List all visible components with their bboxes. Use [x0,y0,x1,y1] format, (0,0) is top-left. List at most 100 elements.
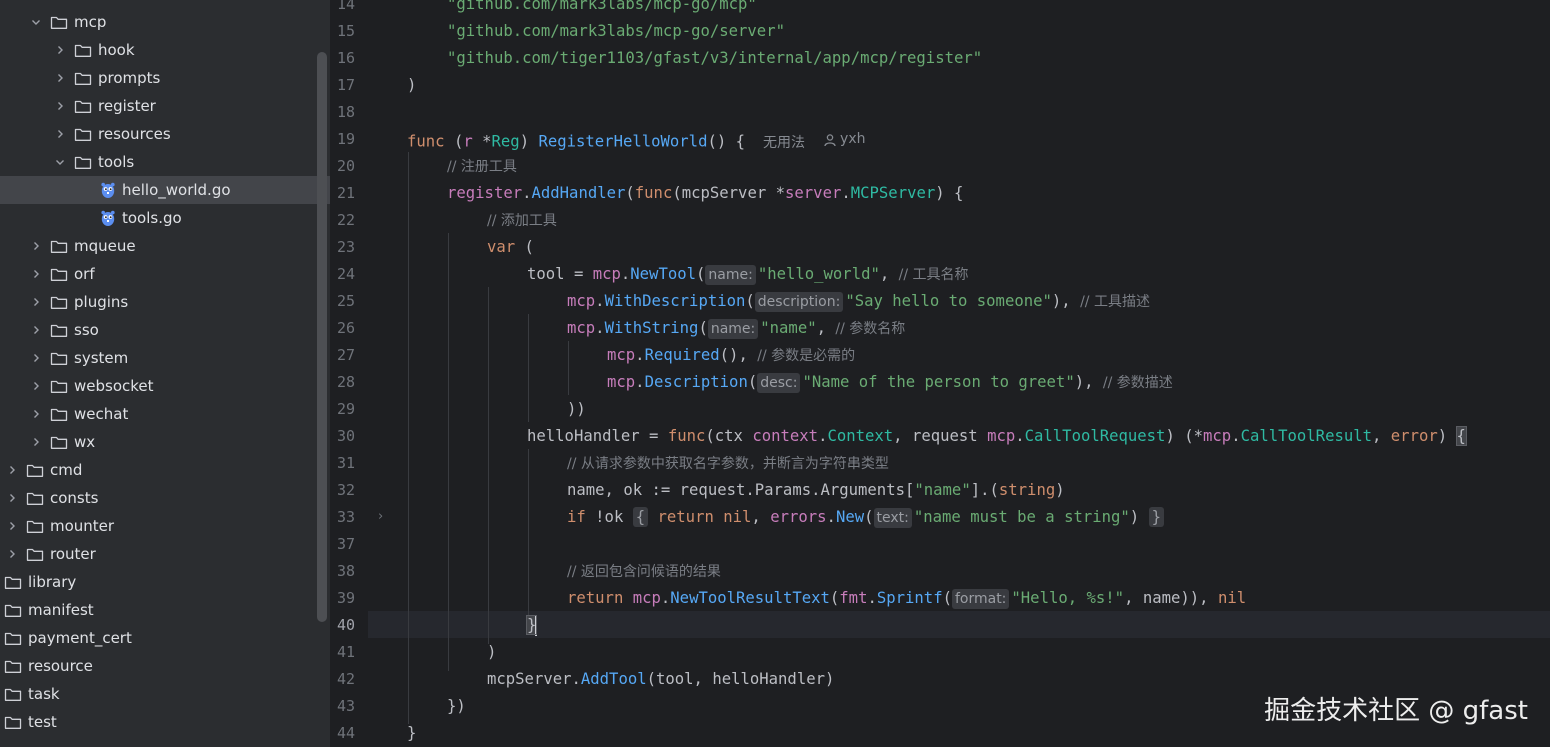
folder-icon [50,378,68,394]
line-number: 20 [336,157,355,175]
chevron-right-icon[interactable] [28,406,44,422]
code-line-44: } [407,724,417,742]
chevron-right-icon[interactable] [52,126,68,142]
line-number: 18 [336,103,355,121]
chevron-right-icon[interactable] [28,294,44,310]
tree-item-label: wechat [74,405,129,423]
chevron-down-icon[interactable] [28,14,44,30]
line-number: 44 [336,724,355,742]
tree-folder-mounter[interactable]: mounter [0,512,320,540]
tree-folder-prompts[interactable]: prompts [0,64,330,92]
tree-folder-hook[interactable]: hook [0,36,330,64]
tree-item-label: library [28,573,77,591]
line-number: 22 [336,211,355,229]
folder-icon [74,98,92,114]
code-line-22: // 添加工具 [487,213,557,229]
tree-folder-tools[interactable]: tools [0,148,330,176]
chevron-right-icon[interactable] [28,266,44,282]
chevron-right-icon[interactable] [4,546,20,562]
tree-folder-wx[interactable]: wx [0,428,330,456]
tree-folder-router[interactable]: router [0,540,320,568]
current-line-highlight [368,611,1550,638]
tree-folder-wechat[interactable]: wechat [0,400,330,428]
code-line-15: "github.com/mark3labs/mcp-go/server" [447,18,785,45]
author-hint[interactable]: yxh [823,126,865,153]
tree-item-label: manifest [28,601,94,619]
line-number: 41 [336,643,355,661]
code-line-21: register.AddHandler(func(mcpServer *serv… [447,184,964,202]
usages-hint[interactable]: 无用法 [763,130,805,157]
line-number: 39 [336,589,355,607]
folder-icon [4,658,22,674]
code-line-42: mcpServer.AddTool(tool, helloHandler) [487,670,835,688]
line-number: 31 [336,454,355,472]
tree-folder-mqueue[interactable]: mqueue [0,232,330,260]
line-number: 21 [336,184,355,202]
tree-file-hello-world-go[interactable]: hello_world.go [0,176,330,204]
import-server: "github.com/mark3labs/mcp-go/server" [447,22,785,40]
chevron-right-icon[interactable] [4,462,20,478]
folder-icon [4,714,22,730]
chevron-right-icon[interactable] [28,322,44,338]
tree-folder-consts[interactable]: consts [0,484,320,512]
import-mcp: "github.com/mark3labs/mcp-go/mcp" [447,0,757,13]
tree-item-label: tools.go [122,209,182,227]
tree-item-label: orf [74,265,95,283]
tree-scrollbar[interactable] [317,52,327,622]
line-number: 43 [336,697,355,715]
tree-folder-orf[interactable]: orf [0,260,330,288]
line-number: 33 [336,508,355,526]
chevron-right-icon[interactable] [28,434,44,450]
folder-icon [50,322,68,338]
code-line-40[interactable]: } [525,612,538,639]
chevron-right-icon[interactable] [28,378,44,394]
tree-file-tools-go[interactable]: tools.go [0,204,330,232]
tree-folder-sso[interactable]: sso [0,316,330,344]
tree-folder-task[interactable]: task [0,680,320,708]
code-line-38: // 返回包含问候语的结果 [567,564,721,580]
line-number: 38 [336,562,355,580]
import-register: "github.com/tiger1103/gfast/v3/internal/… [447,49,983,67]
indent-guide [408,152,409,724]
chevron-right-icon[interactable] [52,42,68,58]
chevron-right-icon[interactable] [28,350,44,366]
tree-item-label: hook [98,41,135,59]
folder-icon [50,434,68,450]
code-editor[interactable]: 14 15 16 17 18 19 20 21 22 23 24 25 26 27 28 29 30 31 32 33… [330,0,1550,747]
line-number: 26 [336,319,355,337]
tree-folder-register[interactable]: register [0,92,330,120]
chevron-down-icon[interactable] [52,154,68,170]
go-file-icon [100,181,116,199]
tree-item-label: plugins [74,293,129,311]
chevron-right-icon[interactable] [4,490,20,506]
tree-folder-resources[interactable]: resources [0,120,330,148]
code-line-26: mcp.WithString(name: "name", // 参数名称 [567,319,906,339]
chevron-right-icon[interactable] [52,98,68,114]
line-number: 42 [336,670,355,688]
chevron-right-icon[interactable] [28,238,44,254]
tree-folder-cmd[interactable]: cmd [0,456,320,484]
tree-folder-resource[interactable]: resource [0,652,320,680]
code-line-19: func (r *Reg) RegisterHelloWorld() {无用法 y… [407,126,865,153]
folder-icon [50,406,68,422]
tree-folder-test[interactable]: test [0,708,320,736]
tree-folder-manifest[interactable]: manifest [0,596,320,624]
fold-chevron-icon[interactable]: › [378,503,383,530]
code-line-32: name, ok := request.Params.Arguments["na… [567,481,1065,499]
person-icon [824,133,836,146]
line-number: 17 [336,76,355,94]
tree-folder-payment-cert[interactable]: payment_cert [0,624,320,652]
chevron-right-icon[interactable] [52,70,68,86]
tree-folder-mcp[interactable]: mcp [0,8,330,36]
tree-item-label: wx [74,433,96,451]
chevron-right-icon[interactable] [4,518,20,534]
folder-icon [50,350,68,366]
line-number: 27 [336,346,355,364]
tree-item-label: mqueue [74,237,136,255]
tree-item-label: prompts [98,69,161,87]
folder-icon [4,574,22,590]
tree-folder-library[interactable]: library [0,568,320,596]
tree-folder-system[interactable]: system [0,344,330,372]
tree-folder-plugins[interactable]: plugins [0,288,330,316]
tree-folder-websocket[interactable]: websocket [0,372,330,400]
